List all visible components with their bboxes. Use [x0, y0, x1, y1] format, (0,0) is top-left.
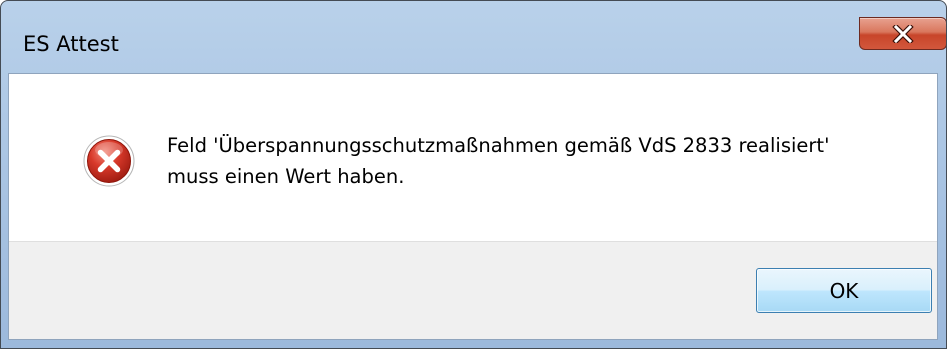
message-box-window: ES Attest Feld 'Überspannungsschutzmaßna…: [0, 0, 947, 349]
error-message: Feld 'Überspannungsschutzmaßnahmen gemäß…: [167, 130, 927, 192]
window-title: ES Attest: [23, 32, 119, 56]
close-button[interactable]: [859, 17, 946, 50]
ok-button[interactable]: OK: [756, 268, 932, 313]
button-bar: OK: [9, 241, 937, 339]
dialog-client-area: Feld 'Überspannungsschutzmaßnahmen gemäß…: [8, 73, 938, 340]
title-bar[interactable]: ES Attest: [1, 1, 946, 81]
close-icon: [892, 24, 914, 43]
error-message-line-2: muss einen Wert haben.: [167, 165, 405, 188]
error-icon: [83, 135, 135, 187]
message-area: Feld 'Überspannungsschutzmaßnahmen gemäß…: [9, 74, 937, 241]
error-message-line-1: Feld 'Überspannungsschutzmaßnahmen gemäß…: [167, 134, 830, 157]
